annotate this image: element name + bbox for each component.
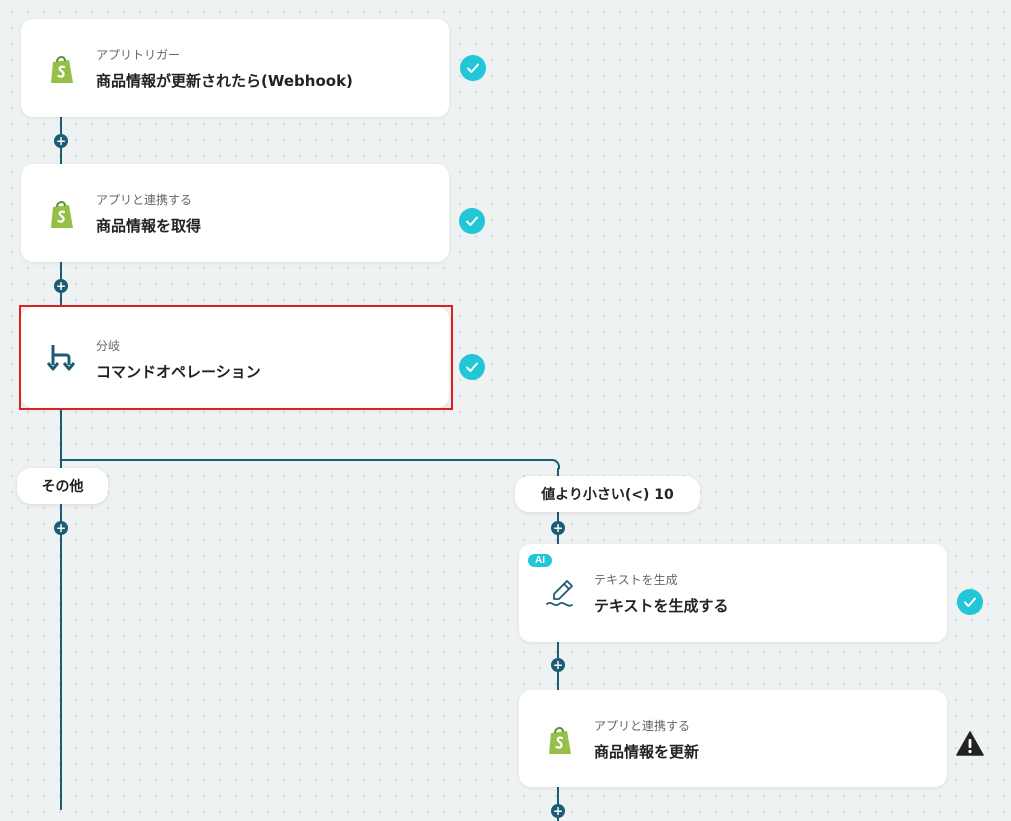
selected-step-highlight bbox=[19, 305, 453, 410]
step-subtitle: テキストを生成 bbox=[594, 573, 678, 587]
branch-label-text: 値より小さい(<) 10 bbox=[541, 487, 674, 503]
workflow-canvas: + + + + + + アプリトリガー 商品情報が更新されたら(Webhook)… bbox=[0, 0, 1011, 821]
ai-badge: AI bbox=[528, 554, 552, 567]
branch-label-other[interactable]: その他 bbox=[17, 468, 108, 504]
step-card-update-product[interactable]: アプリと連携する 商品情報を更新 bbox=[519, 690, 947, 787]
step-subtitle: アプリトリガー bbox=[96, 48, 181, 62]
add-step-button[interactable]: + bbox=[54, 521, 68, 535]
add-step-button[interactable]: + bbox=[54, 134, 68, 148]
add-step-button[interactable]: + bbox=[54, 279, 68, 293]
ai-pen-icon bbox=[546, 580, 573, 607]
step-subtitle: アプリと連携する bbox=[96, 193, 193, 207]
step-title: 商品情報が更新されたら(Webhook) bbox=[96, 72, 353, 90]
step-card-get-product[interactable]: アプリと連携する 商品情報を取得 bbox=[21, 164, 449, 262]
success-check-icon bbox=[459, 208, 485, 234]
success-check-icon bbox=[460, 55, 486, 81]
branch-connector bbox=[60, 459, 550, 461]
shopify-icon bbox=[549, 727, 571, 754]
step-title: テキストを生成する bbox=[594, 597, 729, 615]
add-step-button[interactable]: + bbox=[551, 804, 565, 818]
step-title: 商品情報を更新 bbox=[594, 743, 700, 761]
step-subtitle: アプリと連携する bbox=[594, 719, 691, 733]
add-step-button[interactable]: + bbox=[551, 658, 565, 672]
branch-label-text: その他 bbox=[41, 479, 84, 495]
shopify-icon bbox=[51, 201, 73, 228]
success-check-icon bbox=[957, 589, 983, 615]
step-card-generate-text[interactable]: AI テキストを生成 テキストを生成する bbox=[519, 544, 947, 642]
branch-label-condition[interactable]: 値より小さい(<) 10 bbox=[515, 476, 700, 512]
shopify-icon bbox=[51, 56, 73, 83]
success-check-icon bbox=[459, 354, 485, 380]
step-title: 商品情報を取得 bbox=[96, 217, 202, 235]
warning-icon bbox=[956, 731, 984, 756]
step-card-trigger[interactable]: アプリトリガー 商品情報が更新されたら(Webhook) bbox=[21, 19, 449, 117]
add-step-button[interactable]: + bbox=[551, 521, 565, 535]
